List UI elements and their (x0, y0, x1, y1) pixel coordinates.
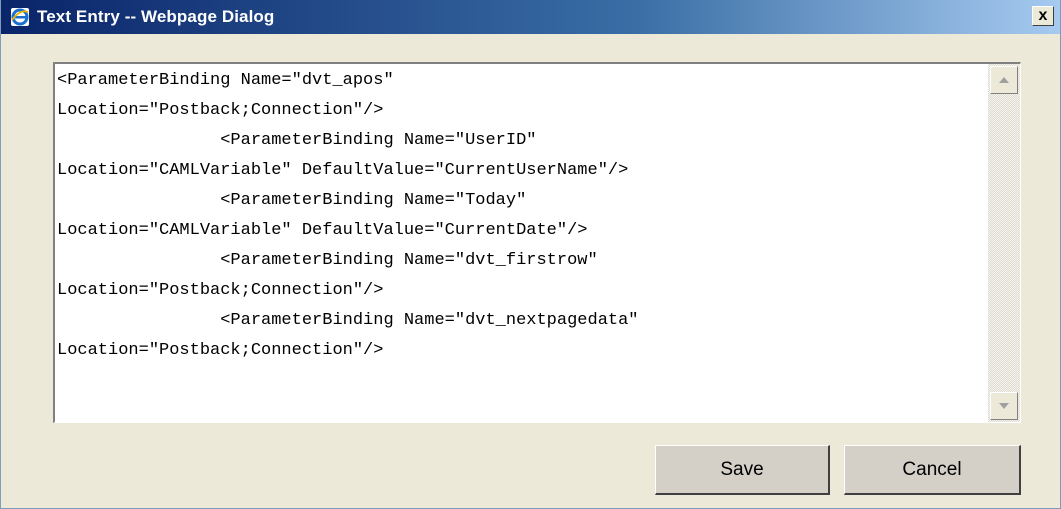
text-line: <ParameterBinding Name="dvt_nextpagedata… (57, 311, 639, 330)
window-title: Text Entry -- Webpage Dialog (37, 7, 275, 26)
title-bar[interactable]: Text Entry -- Webpage Dialog x (1, 0, 1060, 34)
scroll-down-button[interactable] (990, 392, 1018, 420)
dialog-window: Text Entry -- Webpage Dialog x <Paramete… (0, 0, 1061, 509)
arrow-up-icon (999, 77, 1009, 83)
text-line: <ParameterBinding Name="dvt_firstrow" (57, 251, 598, 270)
text-line: Location="CAMLVariable" DefaultValue="Cu… (57, 221, 588, 240)
save-button[interactable]: Save (655, 445, 830, 495)
internet-explorer-icon (9, 6, 31, 28)
text-entry-content[interactable]: <ParameterBinding Name="dvt_apos" Locatio… (57, 66, 987, 422)
text-line: Location="Postback;Connection"/> (57, 341, 384, 360)
text-line: Location="Postback;Connection"/> (57, 101, 384, 120)
cancel-button[interactable]: Cancel (844, 445, 1021, 495)
text-line: Location="Postback;Connection"/> (57, 281, 384, 300)
close-icon: x (1038, 7, 1048, 24)
vertical-scrollbar[interactable] (988, 64, 1020, 422)
text-line: Location="CAMLVariable" DefaultValue="Cu… (57, 161, 629, 180)
text-entry-area[interactable]: <ParameterBinding Name="dvt_apos" Locatio… (53, 62, 1021, 423)
text-line: <ParameterBinding Name="UserID" (57, 131, 537, 150)
text-line: <ParameterBinding Name="dvt_apos" (57, 71, 394, 90)
scroll-up-button[interactable] (990, 66, 1018, 94)
close-button[interactable]: x (1032, 6, 1054, 26)
arrow-down-icon (999, 403, 1009, 409)
text-line: <ParameterBinding Name="Today" (57, 191, 527, 210)
